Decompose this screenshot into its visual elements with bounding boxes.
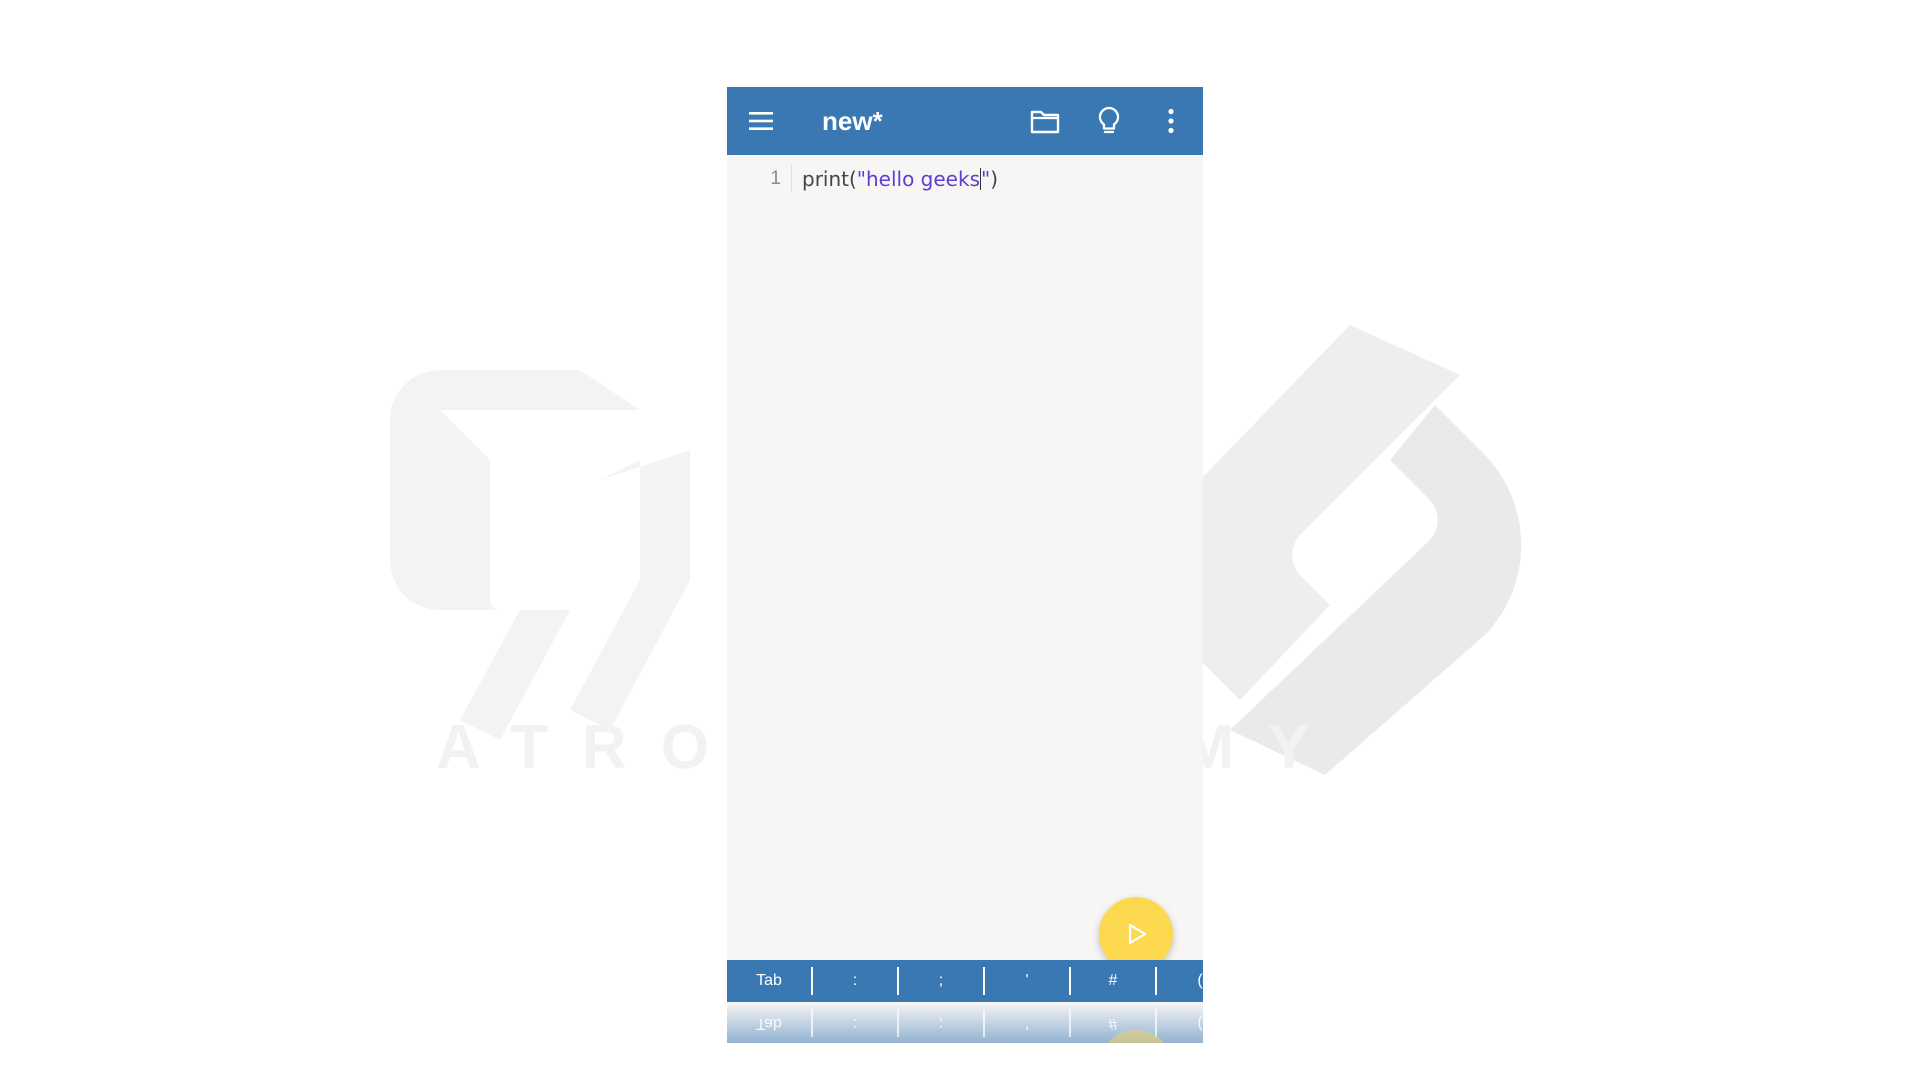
screen: ATRO ACADEMY new* [0, 0, 1920, 1080]
more-vert-icon [1168, 108, 1174, 134]
line-number: 1 [727, 165, 792, 193]
code-prefix: print( [802, 167, 857, 191]
code-suffix: ) [990, 167, 999, 191]
key-semicolon[interactable]: ; [899, 967, 985, 995]
app-bar: new* [727, 87, 1203, 155]
folder-icon [1030, 110, 1060, 134]
code-text[interactable]: print("hello geeks") [792, 165, 998, 193]
lightbulb-icon [1098, 106, 1120, 134]
reflection-key-semicolon: ; [899, 1009, 985, 1037]
reflection-key-tab: Tab [727, 1009, 813, 1037]
menu-icon [749, 112, 773, 130]
reflection-key-quote: ' [985, 1009, 1071, 1037]
menu-button[interactable] [743, 103, 779, 139]
key-paren[interactable]: ( [1157, 967, 1203, 995]
reflection-key-paren: ( [1197, 1015, 1203, 1032]
string-literal: "hello geeks [856, 167, 980, 191]
code-line[interactable]: 1 print("hello geeks") [727, 165, 998, 193]
more-options-button[interactable] [1151, 101, 1191, 141]
key-hash[interactable]: # [1071, 967, 1157, 995]
extra-keys-bar: Tab : ; ' # ( [727, 960, 1203, 1002]
reflection-key-colon: : [813, 1009, 899, 1037]
phone-screen: new* 1 print("hello geeks") Tab: ; ' # … [727, 87, 1203, 1043]
open-folder-button[interactable] [1025, 101, 1065, 141]
play-icon [1128, 923, 1147, 945]
key-quote[interactable]: ' [985, 967, 1071, 995]
hint-button[interactable] [1089, 101, 1129, 141]
file-title: new* [822, 106, 883, 136]
key-tab[interactable]: Tab [727, 967, 813, 995]
code-editor[interactable]: 1 print("hello geeks") [727, 155, 1203, 955]
string-close-quote: " [981, 167, 991, 191]
key-colon[interactable]: : [813, 967, 899, 995]
keybar-reflection: Tab : ; ' # ( [727, 1002, 1203, 1043]
